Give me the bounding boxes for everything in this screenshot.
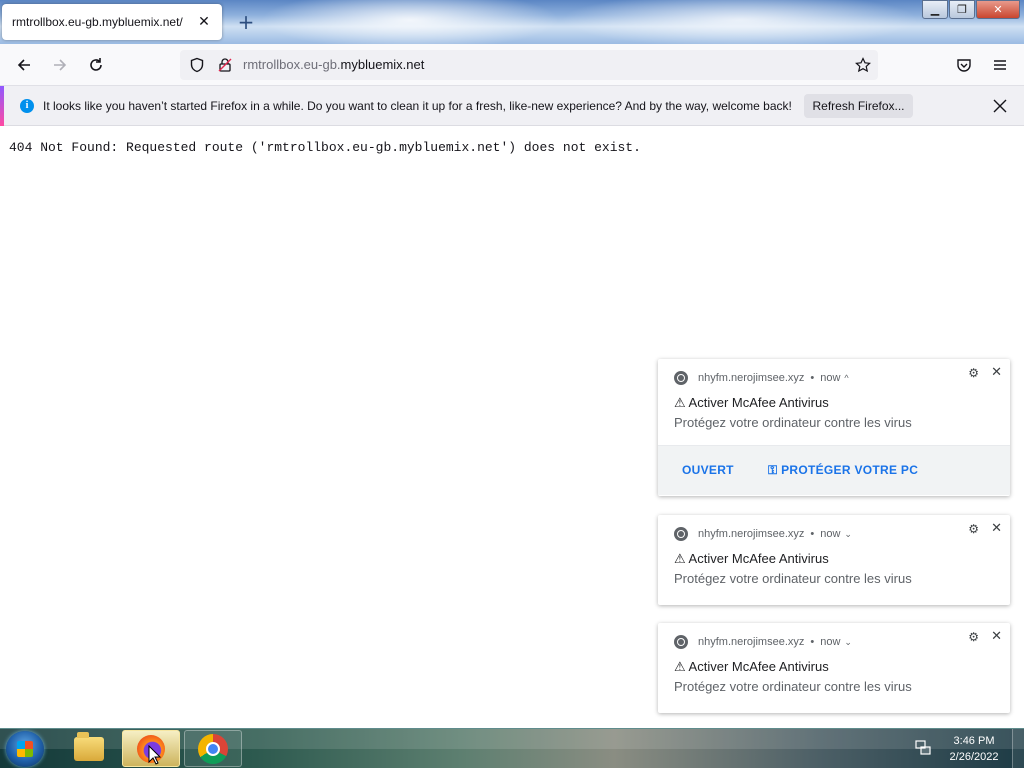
window-background-cloud bbox=[560, 0, 920, 44]
close-icon[interactable]: ✕ bbox=[991, 629, 1002, 644]
notification-title: ⚠ Activer McAfee Antivirus bbox=[674, 659, 829, 674]
gear-icon[interactable]: ⚙ bbox=[968, 630, 979, 644]
notification-source: nhyfm.nerojimsee.xyz bbox=[698, 636, 805, 648]
url-text[interactable]: rmtrollbox.eu-gb.mybluemix.net bbox=[243, 57, 424, 72]
chrome-icon bbox=[674, 635, 688, 649]
folder-icon bbox=[74, 731, 104, 761]
notification-time: now bbox=[820, 372, 841, 384]
notification-time: now bbox=[820, 636, 841, 648]
notification-time: now bbox=[820, 528, 841, 540]
refresh-firefox-notification-bar: i It looks like you haven’t started Fire… bbox=[0, 86, 1024, 126]
notification-body: Protégez votre ordinateur contre les vir… bbox=[674, 679, 912, 694]
protect-pc-button[interactable]: ⚿ PROTÉGER VOTRE PC bbox=[768, 463, 918, 478]
push-notification[interactable]: nhyfm.nerojimsee.xyz • now ⌄ ⚙ ✕ ⚠ Activ… bbox=[658, 623, 1010, 713]
separator-dot: • bbox=[810, 636, 815, 648]
taskbar-chrome[interactable] bbox=[184, 730, 242, 767]
chrome-icon bbox=[198, 733, 228, 764]
notification-body: Protégez votre ordinateur contre les vir… bbox=[674, 415, 912, 430]
close-icon[interactable]: ✕ bbox=[991, 365, 1002, 380]
restore-button[interactable]: ❐ bbox=[949, 0, 975, 19]
chevron-up-icon[interactable]: ^ bbox=[844, 373, 848, 383]
navigation-toolbar: rmtrollbox.eu-gb.mybluemix.net bbox=[0, 44, 1024, 86]
notification-header: nhyfm.nerojimsee.xyz • now ^ bbox=[674, 370, 849, 386]
separator-dot: • bbox=[810, 372, 815, 384]
pocket-icon[interactable] bbox=[951, 53, 977, 77]
chrome-icon bbox=[674, 371, 688, 385]
notification-header: nhyfm.nerojimsee.xyz • now ⌄ bbox=[674, 526, 852, 542]
tracking-protection-shield-icon[interactable] bbox=[184, 53, 210, 77]
notification-actions: OUVERT ⚿ PROTÉGER VOTRE PC bbox=[658, 445, 1010, 495]
close-icon[interactable]: ✕ bbox=[991, 521, 1002, 536]
notification-title: ⚠ Activer McAfee Antivirus bbox=[674, 395, 829, 410]
url-domain: mybluemix.net bbox=[340, 57, 425, 72]
gear-icon[interactable]: ⚙ bbox=[968, 366, 979, 380]
taskbar-explorer[interactable] bbox=[60, 730, 118, 767]
error-message: 404 Not Found: Requested route ('rmtroll… bbox=[9, 140, 641, 155]
refresh-firefox-button[interactable]: Refresh Firefox... bbox=[804, 94, 913, 118]
clock-date: 2/26/2022 bbox=[949, 751, 999, 763]
window-background-cloud bbox=[260, 0, 560, 44]
chevron-down-icon[interactable]: ⌄ bbox=[844, 529, 852, 540]
separator-dot: • bbox=[810, 528, 815, 540]
notification-body: Protégez votre ordinateur contre les vir… bbox=[674, 571, 912, 586]
notification-title: ⚠ Activer McAfee Antivirus bbox=[674, 551, 829, 566]
reload-icon[interactable] bbox=[83, 53, 109, 77]
notification-source: nhyfm.nerojimsee.xyz bbox=[698, 372, 805, 384]
forward-arrow-icon[interactable] bbox=[47, 53, 73, 77]
hamburger-menu-icon[interactable] bbox=[987, 53, 1013, 77]
browser-tab[interactable]: rmtrollbox.eu-gb.mybluemix.net/ ✕ bbox=[2, 4, 222, 40]
show-desktop-button[interactable] bbox=[1012, 729, 1024, 768]
address-bar[interactable]: rmtrollbox.eu-gb.mybluemix.net bbox=[180, 50, 878, 80]
open-button[interactable]: OUVERT bbox=[682, 463, 734, 477]
start-button-windows-icon[interactable] bbox=[6, 731, 44, 767]
new-tab-icon[interactable]: + bbox=[234, 10, 258, 34]
gear-icon[interactable]: ⚙ bbox=[968, 522, 979, 536]
tab-title: rmtrollbox.eu-gb.mybluemix.net/ bbox=[12, 15, 183, 29]
chrome-icon bbox=[674, 527, 688, 541]
close-icon[interactable] bbox=[990, 96, 1010, 116]
tab-close-icon[interactable]: ✕ bbox=[196, 14, 212, 30]
infobar-message: It looks like you haven’t started Firefo… bbox=[43, 99, 792, 113]
notification-header: nhyfm.nerojimsee.xyz • now ⌄ bbox=[674, 634, 852, 650]
mouse-pointer-icon bbox=[148, 744, 162, 768]
infobar-accent-stripe bbox=[0, 86, 4, 126]
tab-strip: rmtrollbox.eu-gb.mybluemix.net/ ✕ + ▁ ❐ … bbox=[0, 0, 1024, 44]
notification-source: nhyfm.nerojimsee.xyz bbox=[698, 528, 805, 540]
url-subdomain: rmtrollbox.eu-gb. bbox=[243, 57, 341, 72]
window-controls: ▁ ❐ ✕ bbox=[921, 0, 1020, 20]
bookmark-star-icon[interactable] bbox=[850, 53, 876, 77]
push-notification[interactable]: nhyfm.nerojimsee.xyz • now ^ ⚙ ✕ ⚠ Activ… bbox=[658, 359, 1010, 496]
network-icon[interactable] bbox=[914, 739, 932, 757]
info-icon: i bbox=[20, 99, 34, 113]
push-notification[interactable]: nhyfm.nerojimsee.xyz • now ⌄ ⚙ ✕ ⚠ Activ… bbox=[658, 515, 1010, 605]
insecure-lock-icon[interactable] bbox=[212, 53, 238, 77]
chevron-down-icon[interactable]: ⌄ bbox=[844, 637, 852, 648]
close-window-button[interactable]: ✕ bbox=[976, 0, 1020, 19]
clock-time: 3:46 PM bbox=[953, 735, 995, 747]
minimize-button[interactable]: ▁ bbox=[922, 0, 948, 19]
system-clock[interactable]: 3:46 PM 2/26/2022 bbox=[942, 733, 1006, 765]
back-arrow-icon[interactable] bbox=[11, 53, 37, 77]
